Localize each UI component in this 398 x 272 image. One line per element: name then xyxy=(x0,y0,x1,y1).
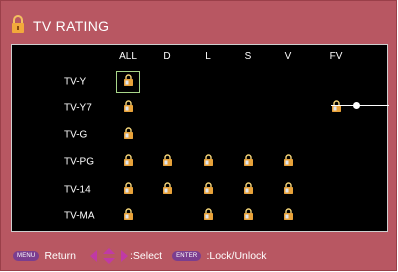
row-label-tv-y7: TV-Y7 xyxy=(64,102,92,114)
row-label-tv-14: TV-14 xyxy=(64,184,91,196)
rating-cell-tv-ma-l[interactable] xyxy=(197,206,219,226)
lock-icon xyxy=(283,181,294,199)
footer-hints: MENU Return :Select ENTER :Lock/Unlock xyxy=(13,247,267,265)
title-text: TV RATING xyxy=(33,18,110,34)
lock-icon xyxy=(243,181,254,199)
rating-cell-tv-pg-d[interactable] xyxy=(156,152,178,172)
column-header-v: V xyxy=(284,51,292,62)
rating-cell-tv-ma-all[interactable] xyxy=(117,206,139,226)
return-label: Return xyxy=(44,250,76,262)
rating-cell-tv-14-s[interactable] xyxy=(237,180,259,200)
lock-icon xyxy=(283,207,294,225)
rating-cell-tv-14-v[interactable] xyxy=(277,180,299,200)
rating-cell-tv-g-fv[interactable] xyxy=(325,125,347,145)
rating-cell-tv-y-v[interactable] xyxy=(277,72,299,92)
enter-key-icon[interactable]: ENTER xyxy=(172,251,202,261)
directional-arrows-icon xyxy=(89,248,128,264)
rating-cell-tv-y7-v[interactable] xyxy=(277,98,299,118)
lock-icon xyxy=(123,153,134,171)
lock-icon xyxy=(123,181,134,199)
rating-cell-tv-y-l[interactable] xyxy=(197,72,219,92)
rating-cell-tv-ma-v[interactable] xyxy=(277,206,299,226)
rating-cell-tv-pg-all[interactable] xyxy=(117,152,139,172)
row-label-tv-ma: TV-MA xyxy=(64,210,95,222)
column-header-l: L xyxy=(205,51,211,62)
lock-icon xyxy=(283,153,294,171)
select-label: :Select xyxy=(129,250,163,262)
row-label-tv-g: TV-G xyxy=(64,129,88,141)
column-header-all: ALL xyxy=(119,51,137,62)
rating-cell-tv-14-all[interactable] xyxy=(117,180,139,200)
rating-cell-tv-y7-d[interactable] xyxy=(156,98,178,118)
lock-icon xyxy=(11,14,25,38)
lock-icon xyxy=(123,73,134,91)
rating-cell-tv-g-all[interactable] xyxy=(117,125,139,145)
tv-rating-screen: TV RATING ALL D L S V FV TV-Y TV-Y7 TV-G TV-PG TV-… xyxy=(0,0,397,271)
rating-cell-tv-14-d[interactable] xyxy=(156,180,178,200)
rating-cell-tv-pg-s[interactable] xyxy=(237,152,259,172)
rating-cell-tv-ma-fv[interactable] xyxy=(325,206,347,226)
rating-cell-tv-y-fv[interactable] xyxy=(325,72,347,92)
rating-cell-tv-y-d[interactable] xyxy=(156,72,178,92)
lock-icon xyxy=(203,153,214,171)
lock-icon xyxy=(162,181,173,199)
rating-cell-tv-g-s[interactable] xyxy=(237,125,259,145)
column-header-s: S xyxy=(244,51,252,62)
lock-unlock-label: :Lock/Unlock xyxy=(206,250,267,262)
lock-icon xyxy=(123,207,134,225)
rating-cell-tv-y7-all[interactable] xyxy=(117,98,139,118)
row-label-tv-y: TV-Y xyxy=(64,76,87,88)
rating-cell-tv-y-all[interactable] xyxy=(116,71,140,93)
lock-icon xyxy=(243,153,254,171)
column-header-d: D xyxy=(163,51,171,62)
rating-cell-tv-14-fv[interactable] xyxy=(325,180,347,200)
rating-cell-tv-g-d[interactable] xyxy=(156,125,178,145)
rating-cell-tv-y7-s[interactable] xyxy=(237,98,259,118)
lock-icon xyxy=(123,126,134,144)
rating-cell-tv-pg-fv[interactable] xyxy=(325,152,347,172)
indicator-dot xyxy=(353,102,360,109)
rating-cell-tv-y7-l[interactable] xyxy=(197,98,219,118)
page-title: TV RATING xyxy=(11,14,110,38)
indicator-line xyxy=(331,105,389,106)
lock-icon xyxy=(203,181,214,199)
rating-cell-tv-y-s[interactable] xyxy=(237,72,259,92)
rating-cell-tv-pg-l[interactable] xyxy=(197,152,219,172)
row-label-tv-pg: TV-PG xyxy=(64,156,95,168)
rating-cell-tv-ma-d[interactable] xyxy=(156,206,178,226)
lock-icon xyxy=(162,153,173,171)
rating-cell-tv-14-l[interactable] xyxy=(197,180,219,200)
rating-table: ALL D L S V FV TV-Y TV-Y7 TV-G TV-PG TV-14 TV-MA xyxy=(11,44,388,232)
lock-icon xyxy=(331,99,342,117)
lock-icon xyxy=(123,99,134,117)
rating-cell-tv-pg-v[interactable] xyxy=(277,152,299,172)
rating-cell-tv-g-v[interactable] xyxy=(277,125,299,145)
rating-cell-tv-ma-s[interactable] xyxy=(237,206,259,226)
rating-cell-tv-g-l[interactable] xyxy=(197,125,219,145)
column-header-fv: FV xyxy=(329,51,343,62)
lock-icon xyxy=(243,207,254,225)
menu-key-icon[interactable]: MENU xyxy=(13,251,40,261)
lock-icon xyxy=(203,207,214,225)
rating-cell-tv-y7-fv[interactable] xyxy=(325,98,347,118)
